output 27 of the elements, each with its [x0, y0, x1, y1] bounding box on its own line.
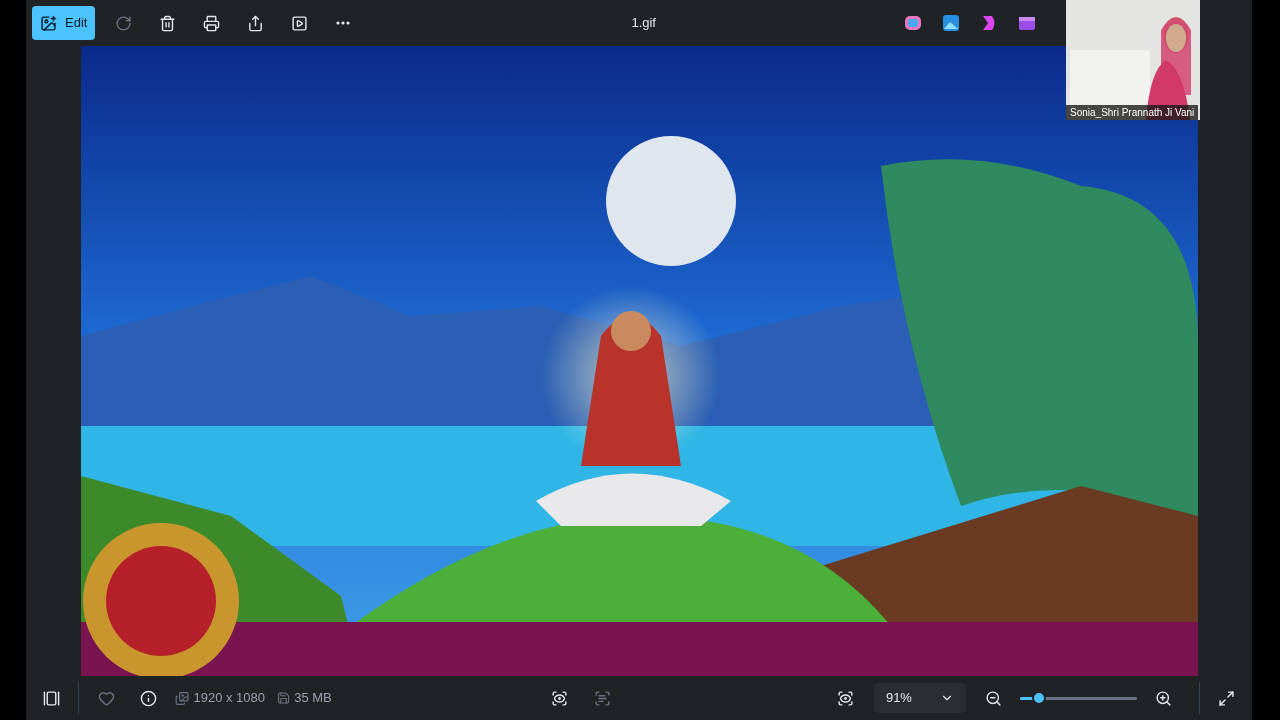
more-icon	[336, 21, 351, 25]
edit-button[interactable]: Edit	[32, 6, 96, 40]
file-name: 1.gif	[631, 14, 656, 33]
print-icon	[202, 14, 220, 32]
visual-search-icon	[551, 689, 569, 707]
zoom-in-icon	[1155, 689, 1173, 707]
slideshow-icon	[290, 14, 308, 32]
delete-icon	[158, 14, 176, 32]
image-dimensions: 1920 x 1080	[193, 689, 265, 708]
filmstrip-icon	[42, 689, 60, 707]
app-icon[interactable]	[942, 14, 960, 32]
app-icon[interactable]	[904, 14, 922, 32]
info-icon	[139, 689, 157, 707]
zoom-dropdown[interactable]: 91%	[873, 683, 966, 713]
fit-icon	[837, 689, 855, 707]
app-icon[interactable]	[1018, 14, 1036, 32]
file-size: 35 MB	[294, 689, 332, 708]
zoom-out-icon	[984, 689, 1002, 707]
full-screen-icon	[1218, 689, 1236, 707]
rotate-icon	[114, 14, 132, 32]
share-icon	[246, 14, 264, 32]
file-size-icon	[277, 691, 291, 705]
zoom-slider[interactable]	[1020, 691, 1137, 705]
scan-text-icon	[594, 689, 612, 707]
dimensions-icon	[175, 690, 190, 706]
edit-icon	[40, 14, 57, 32]
heart-icon	[97, 689, 115, 707]
